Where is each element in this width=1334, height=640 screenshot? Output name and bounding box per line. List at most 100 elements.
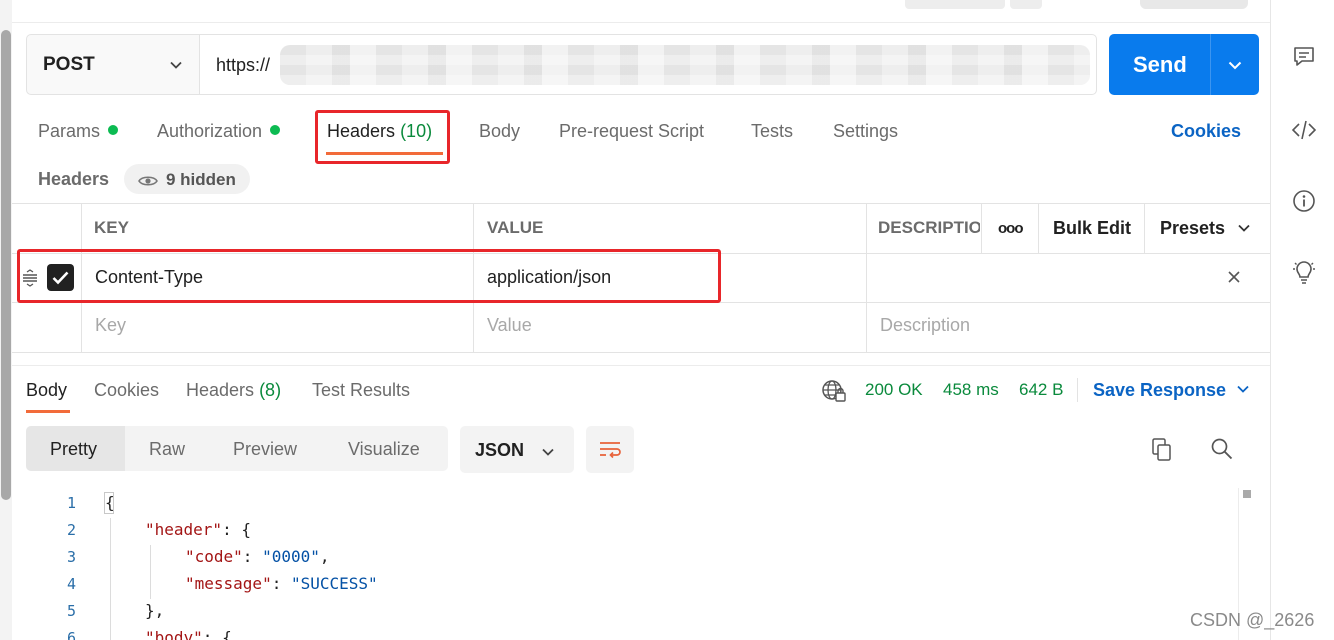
network-globe-icon[interactable] <box>821 379 847 408</box>
chevron-down-icon <box>168 57 184 78</box>
code-line[interactable]: }, <box>145 601 164 620</box>
watermark: CSDN @_2626 <box>1190 610 1315 630</box>
more-options-button[interactable]: ooo <box>998 220 1023 237</box>
code-icon[interactable] <box>1291 117 1317 143</box>
code-token: }, <box>145 601 165 620</box>
mode-visualize[interactable]: Visualize <box>348 439 420 460</box>
save-response-label: Save Response <box>1093 380 1227 400</box>
code-token: : { <box>222 520 251 539</box>
key-input[interactable]: Key <box>95 315 126 336</box>
copy-icon[interactable] <box>1150 437 1174 468</box>
status-code[interactable]: 200 OK <box>865 380 923 400</box>
column-divider <box>1144 203 1145 253</box>
scrollbar-marker <box>1243 490 1251 498</box>
line-number: 4 <box>66 575 76 593</box>
divider <box>1077 378 1078 402</box>
active-dot-icon <box>270 125 281 135</box>
code-token: : <box>271 574 291 593</box>
json-key: "header" <box>145 520 223 539</box>
active-tab-indicator <box>26 410 70 413</box>
line-number: 1 <box>66 494 76 512</box>
response-tab-headers[interactable]: Headers (8) <box>186 380 281 401</box>
indent-guide <box>150 545 151 599</box>
response-time[interactable]: 458 ms <box>943 380 999 400</box>
description-input[interactable]: Description <box>880 315 970 336</box>
line-number: 3 <box>66 548 76 566</box>
tab-tests[interactable]: Tests <box>751 121 793 142</box>
code-line[interactable]: "header": { <box>145 520 251 539</box>
save-response-button[interactable]: Save Response <box>1093 380 1249 401</box>
column-header-description: DESCRIPTION <box>878 218 980 237</box>
response-size[interactable]: 642 B <box>1019 380 1063 400</box>
code-token: , <box>319 547 330 566</box>
presets-label: Presets <box>1160 218 1226 238</box>
send-button[interactable]: Send <box>1109 34 1259 95</box>
response-tab-body[interactable]: Body <box>26 380 67 401</box>
top-toolbar-stub <box>905 0 1005 9</box>
column-divider <box>866 203 867 353</box>
chevron-down-icon[interactable] <box>1226 56 1244 79</box>
chevron-down-icon <box>1235 381 1251 402</box>
column-divider <box>1038 203 1039 253</box>
code-line[interactable]: "message": "SUCCESS" <box>185 574 378 593</box>
code-token: { <box>105 493 115 512</box>
value-input[interactable]: Value <box>487 315 532 336</box>
hidden-headers-toggle[interactable]: 9 hidden <box>124 164 250 194</box>
column-header-key: KEY <box>94 218 129 237</box>
top-toolbar-stub <box>1140 0 1248 9</box>
presets-dropdown[interactable]: Presets <box>1160 218 1250 239</box>
delete-row-icon[interactable] <box>1226 269 1242 290</box>
divider <box>12 365 1270 366</box>
send-label: Send <box>1133 52 1187 77</box>
top-toolbar-stub <box>1010 0 1042 9</box>
line-number: 5 <box>66 602 76 620</box>
column-divider <box>981 203 982 253</box>
redacted-url-mask <box>280 45 1090 85</box>
scrollbar-thumb[interactable] <box>1 30 11 500</box>
eye-icon <box>138 172 158 193</box>
method-label: POST <box>43 54 95 75</box>
chevron-down-icon <box>1236 220 1252 241</box>
code-token: : { <box>202 628 232 640</box>
format-label: JSON <box>475 440 525 460</box>
line-number: 6 <box>66 629 76 640</box>
json-string: "SUCCESS" <box>290 574 378 593</box>
cookies-link[interactable]: Cookies <box>1171 121 1241 142</box>
code-line[interactable]: { <box>105 493 115 512</box>
mode-preview[interactable]: Preview <box>233 439 297 460</box>
url-input[interactable]: https:// <box>199 34 1097 95</box>
mode-pretty[interactable]: Pretty <box>50 439 97 460</box>
tab-authorization[interactable]: Authorization <box>157 121 281 142</box>
search-icon[interactable] <box>1210 437 1234 466</box>
bulk-edit-button[interactable]: Bulk Edit <box>1053 218 1131 239</box>
tab-params[interactable]: Params <box>38 121 119 142</box>
json-key: "body" <box>145 628 203 640</box>
format-dropdown[interactable]: JSON <box>460 426 574 473</box>
line-number: 2 <box>66 521 76 539</box>
code-line[interactable]: "code": "0000", <box>185 547 330 566</box>
tab-label: Params <box>38 121 101 141</box>
divider <box>1210 34 1211 95</box>
tab-count: (8) <box>259 380 282 400</box>
method-select[interactable]: POST <box>26 34 200 95</box>
code-line[interactable]: "body": { <box>145 628 232 640</box>
json-string: "0000" <box>262 547 320 566</box>
tab-pre-request-script[interactable]: Pre-request Script <box>559 121 704 142</box>
tab-settings[interactable]: Settings <box>833 121 898 142</box>
info-icon[interactable] <box>1291 188 1317 214</box>
table-border <box>12 352 1270 353</box>
url-text: https:// <box>216 55 271 75</box>
indent-guide <box>110 518 111 640</box>
wrap-lines-icon <box>600 442 621 459</box>
left-scrollbar[interactable] <box>0 0 12 640</box>
wrap-lines-button[interactable] <box>586 426 634 473</box>
hidden-count-label: 9 hidden <box>166 170 236 189</box>
lightbulb-icon[interactable] <box>1291 260 1317 286</box>
comments-icon[interactable] <box>1291 44 1317 70</box>
response-tab-cookies[interactable]: Cookies <box>94 380 159 401</box>
tab-label: Authorization <box>157 121 263 141</box>
tab-body[interactable]: Body <box>479 121 520 142</box>
mode-raw[interactable]: Raw <box>149 439 185 460</box>
tab-label: Headers <box>186 380 255 400</box>
response-tab-test-results[interactable]: Test Results <box>312 380 410 401</box>
